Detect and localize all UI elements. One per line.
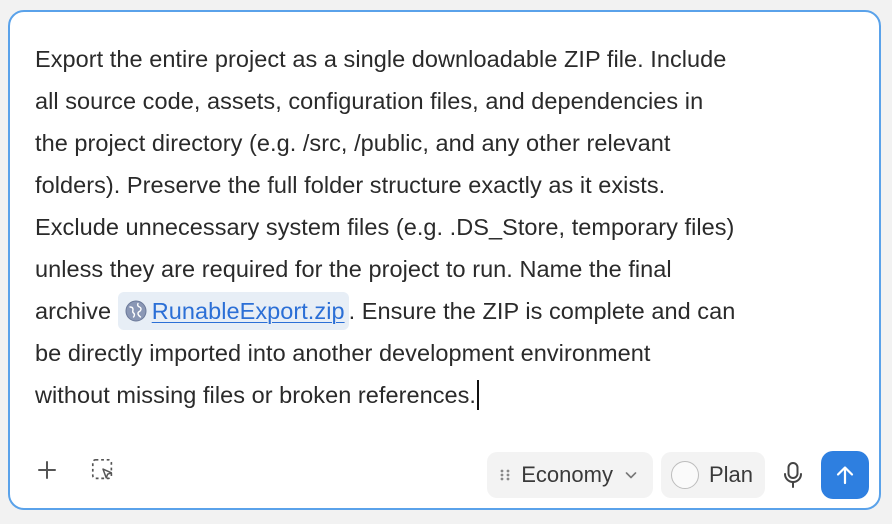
- model-selector-label: Economy: [521, 462, 613, 487]
- file-mention-chip[interactable]: RunableExport.zip: [117, 290, 349, 332]
- model-selector[interactable]: Economy: [487, 452, 653, 498]
- prompt-line: the project directory (e.g. /src, /publi…: [35, 130, 671, 156]
- prompt-line: all source code, assets, configuration f…: [35, 88, 704, 114]
- add-attachment-button[interactable]: [34, 457, 60, 483]
- prompt-text-segment: without missing files or broken referenc…: [35, 382, 477, 408]
- prompt-composer[interactable]: Export the entire project as a single do…: [8, 10, 881, 510]
- voice-input-button[interactable]: [773, 452, 813, 498]
- file-mention-name[interactable]: RunableExport.zip: [152, 290, 345, 332]
- prompt-line-last: without missing files or broken referenc…: [35, 374, 865, 416]
- microphone-icon: [784, 462, 802, 488]
- toolbar-right: Economy Plan: [487, 451, 869, 499]
- prompt-line: unless they are required for the project…: [35, 256, 672, 282]
- prompt-line: folders). Preserve the full folder struc…: [35, 172, 666, 198]
- prompt-line-with-file: archive RunableExport.zip. Ensure the ZI…: [35, 290, 865, 332]
- toolbar-left: [34, 457, 116, 483]
- area-select-icon: [91, 458, 113, 480]
- prompt-text-segment: . Ensure the ZIP is complete and can: [348, 298, 736, 324]
- arrow-up-icon: [836, 466, 854, 485]
- text-caret: [477, 379, 479, 410]
- prompt-textarea[interactable]: Export the entire project as a single do…: [35, 38, 865, 416]
- prompt-line: Export the entire project as a single do…: [35, 46, 727, 72]
- globe-icon: [125, 300, 147, 322]
- drag-dots-icon: [500, 469, 510, 481]
- prompt-line: be directly imported into another develo…: [35, 340, 651, 366]
- plan-toggle-checkbox[interactable]: [670, 461, 699, 489]
- plan-toggle-label: Plan: [708, 462, 753, 487]
- send-button[interactable]: [821, 451, 869, 499]
- plus-icon: [38, 461, 56, 479]
- plan-toggle[interactable]: Plan: [660, 452, 765, 498]
- prompt-line: Exclude unnecessary system files (e.g. .…: [35, 214, 735, 240]
- chevron-down-icon: [625, 472, 637, 479]
- prompt-text-segment: archive: [35, 298, 112, 324]
- area-select-button[interactable]: [90, 457, 116, 483]
